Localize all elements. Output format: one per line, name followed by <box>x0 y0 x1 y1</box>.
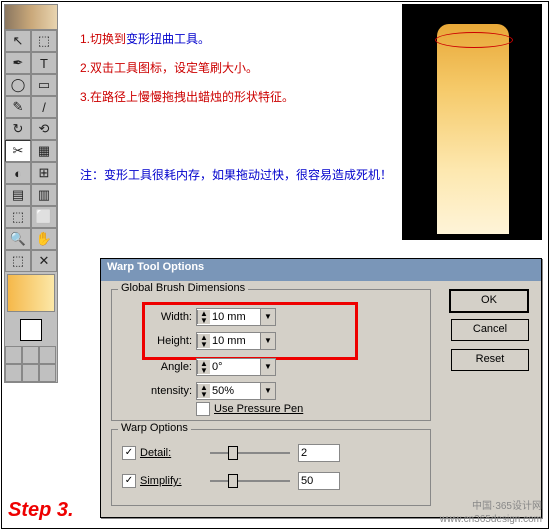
simplify-checkbox[interactable]: ✓ <box>122 474 136 488</box>
height-dropdown[interactable]: ▼ <box>260 332 276 350</box>
warp-options-dialog: Warp Tool Options Global Brush Dimension… <box>100 258 542 518</box>
direct-select-tool[interactable]: ⬚ <box>31 30 57 52</box>
fill-swatch[interactable] <box>7 274 55 312</box>
symbol-tool[interactable]: ▤ <box>5 184 31 206</box>
detail-label: Detail: <box>140 447 202 459</box>
tool-grid: ↖ ⬚ ✒ T ◯ ▭ ✎ / ↻ ⟲ ✂ ▦ ◐ ⊞ ▤ ▥ ⬚ ⬜ 🔍 ✋ … <box>5 30 57 272</box>
group-label: Global Brush Dimensions <box>118 282 248 294</box>
pressure-checkbox[interactable] <box>196 402 210 416</box>
global-brush-group: Global Brush Dimensions Width: ▲▼▼ Heigh… <box>111 289 431 421</box>
simplify-input[interactable] <box>298 472 340 490</box>
preview-panel <box>402 4 542 240</box>
intensity-input[interactable]: ▲▼ <box>196 382 261 400</box>
reflect-tool[interactable]: ⟲ <box>31 118 57 140</box>
rectangle-tool[interactable]: ▭ <box>31 74 57 96</box>
ok-button[interactable]: OK <box>449 289 529 313</box>
dialog-title: Warp Tool Options <box>101 259 541 281</box>
intensity-dropdown[interactable]: ▼ <box>260 382 276 400</box>
blend-tool[interactable]: ⊞ <box>31 162 57 184</box>
angle-dropdown[interactable]: ▼ <box>260 358 276 376</box>
artboard-tool[interactable]: ⬜ <box>31 206 57 228</box>
angle-input[interactable]: ▲▼ <box>196 358 261 376</box>
rotate-tool[interactable]: ↻ <box>5 118 31 140</box>
draw-mode[interactable] <box>5 364 57 382</box>
stroke-swatch[interactable] <box>5 314 57 346</box>
slice-tool[interactable]: ⬚ <box>5 206 31 228</box>
width-label: Width: <box>122 311 192 323</box>
step-label: Step 3. <box>8 499 74 522</box>
graph-tool[interactable]: ▥ <box>31 184 57 206</box>
width-dropdown[interactable]: ▼ <box>260 308 276 326</box>
reset-button[interactable]: Reset <box>451 349 529 371</box>
gradient-tool[interactable]: ◐ <box>5 162 31 184</box>
credit: 中国·365设计网www.cn365design.com <box>440 500 542 526</box>
detail-checkbox[interactable]: ✓ <box>122 446 136 460</box>
instructions: 1.切换到变形扭曲工具。 2.双击工具图标，设定笔刷大小。 3.在路径上慢慢拖拽… <box>80 25 380 111</box>
detail-input[interactable] <box>298 444 340 462</box>
selection-tool[interactable]: ↖ <box>5 30 31 52</box>
intensity-label: ntensity: <box>122 385 192 397</box>
scissors-tool[interactable]: ✕ <box>31 250 57 272</box>
simplify-label: Simplify: <box>140 475 202 487</box>
toolbox: ↖ ⬚ ✒ T ◯ ▭ ✎ / ↻ ⟲ ✂ ▦ ◐ ⊞ ▤ ▥ ⬚ ⬜ 🔍 ✋ … <box>4 4 58 383</box>
hand-tool[interactable]: ✋ <box>31 228 57 250</box>
simplify-slider[interactable] <box>210 480 290 482</box>
height-input[interactable]: ▲▼ <box>196 332 261 350</box>
height-label: Height: <box>122 335 192 347</box>
mesh-tool[interactable]: ▦ <box>31 140 57 162</box>
pen-tool[interactable]: ✒ <box>5 52 31 74</box>
eyedropper-tool[interactable]: ⬚ <box>5 250 31 272</box>
zoom-tool[interactable]: 🔍 <box>5 228 31 250</box>
warp-options-group: Warp Options ✓Detail: ✓Simplify: <box>111 429 431 506</box>
group-label: Warp Options <box>118 422 191 434</box>
type-tool[interactable]: T <box>31 52 57 74</box>
pressure-label: Use Pressure Pen <box>214 403 303 415</box>
screen-mode[interactable] <box>5 346 57 364</box>
app-logo <box>5 5 57 30</box>
width-input[interactable]: ▲▼ <box>196 308 261 326</box>
detail-slider[interactable] <box>210 452 290 454</box>
note: 注：变形工具很耗内存，如果拖动过快，很容易造成死机！ <box>80 165 410 187</box>
line-tool[interactable]: / <box>31 96 57 118</box>
cancel-button[interactable]: Cancel <box>451 319 529 341</box>
ellipse-tool[interactable]: ◯ <box>5 74 31 96</box>
candle-shape <box>437 24 509 234</box>
angle-label: Angle: <box>122 361 192 373</box>
pencil-tool[interactable]: ✎ <box>5 96 31 118</box>
warp-tool[interactable]: ✂ <box>5 140 31 162</box>
